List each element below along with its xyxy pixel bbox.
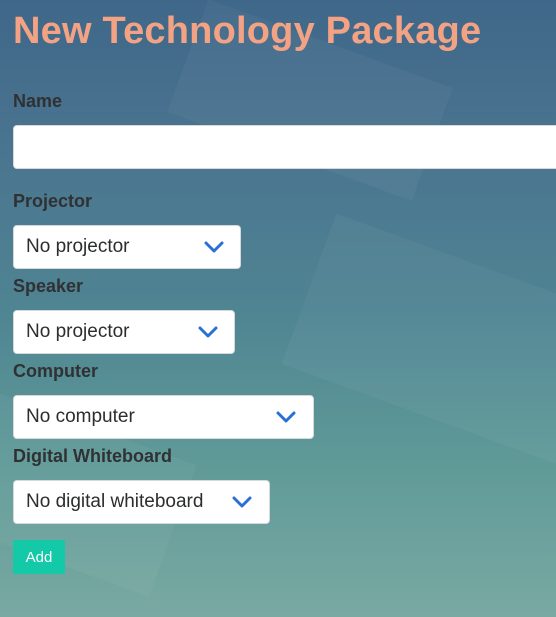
chevron-down-icon <box>198 326 218 338</box>
computer-select[interactable]: No computer <box>13 395 314 439</box>
name-input[interactable] <box>13 125 556 169</box>
chevron-down-icon <box>204 241 224 253</box>
digital-whiteboard-label: Digital Whiteboard <box>13 446 172 466</box>
digital-whiteboard-select-value: No digital whiteboard <box>26 491 204 512</box>
projector-label: Projector <box>13 191 93 211</box>
name-label: Name <box>13 91 63 111</box>
background-facet <box>281 213 556 467</box>
computer-select-value: No computer <box>26 406 135 427</box>
speaker-select-value: No projector <box>26 321 130 342</box>
speaker-select[interactable]: No projector <box>13 310 235 354</box>
projector-select[interactable]: No projector <box>13 225 241 269</box>
digital-whiteboard-select[interactable]: No digital whiteboard <box>13 480 270 524</box>
speaker-label: Speaker <box>13 276 84 296</box>
add-button[interactable]: Add <box>13 540 65 574</box>
chevron-down-icon <box>232 496 252 508</box>
computer-label: Computer <box>13 361 98 381</box>
page-title: New Technology Package <box>13 10 482 52</box>
chevron-down-icon <box>276 411 296 423</box>
projector-select-value: No projector <box>26 236 130 257</box>
